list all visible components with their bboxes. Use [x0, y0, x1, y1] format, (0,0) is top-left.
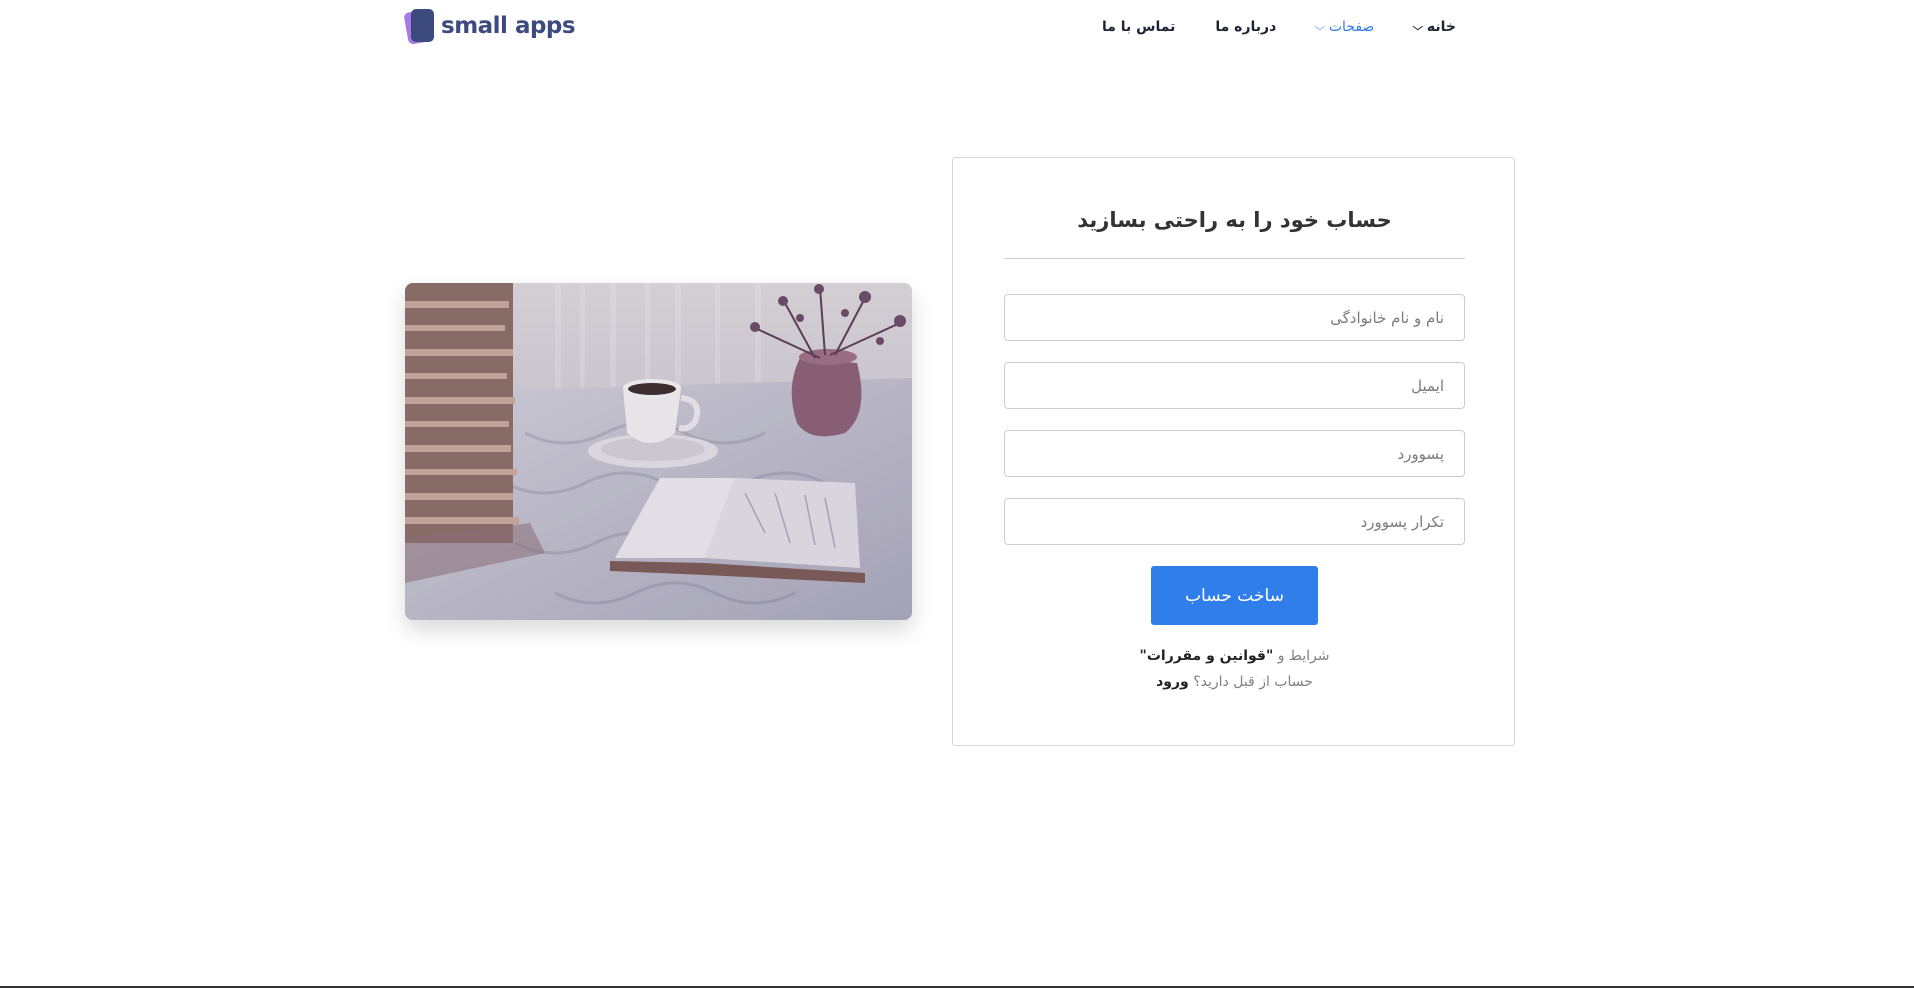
- form-title: حساب خود را به راحتی بسازید: [1077, 208, 1392, 232]
- chevron-down-icon: ⌵: [1314, 21, 1326, 33]
- password-input[interactable]: [1005, 431, 1464, 476]
- login-prefix: حساب از قبل دارید؟: [1188, 674, 1313, 690]
- nav-item-contact[interactable]: تماس با ما: [1102, 19, 1175, 35]
- fullname-field[interactable]: [1004, 294, 1465, 341]
- password-field[interactable]: [1004, 430, 1465, 477]
- email-input[interactable]: [1005, 363, 1464, 408]
- password-repeat-field[interactable]: [1004, 498, 1465, 545]
- nav-item-label: صفحات: [1328, 19, 1375, 35]
- site-header: small apps خانه ⌵ صفحات ⌵ درباره ما تماس…: [0, 0, 1914, 54]
- title-divider: [1004, 258, 1465, 259]
- nav-item-pages[interactable]: صفحات ⌵: [1314, 19, 1375, 35]
- hero-photo: [405, 283, 912, 620]
- login-line: حساب از قبل دارید؟ ورود: [1004, 674, 1465, 690]
- email-field[interactable]: [1004, 362, 1465, 409]
- nav-item-about[interactable]: درباره ما: [1215, 19, 1276, 35]
- cards-logo-icon: [403, 8, 437, 45]
- signup-card: حساب خود را به راحتی بسازید ساخت حساب شر…: [952, 157, 1515, 746]
- nav-item-label: تماس با ما: [1101, 19, 1176, 35]
- nav-item-label: خانه: [1426, 19, 1456, 35]
- password-repeat-input[interactable]: [1005, 499, 1464, 544]
- terms-prefix: شرایط و: [1273, 648, 1330, 664]
- main-nav: خانه ⌵ صفحات ⌵ درباره ما تماس با ما: [1102, 16, 1456, 38]
- coffee-books-image: [405, 283, 912, 620]
- chevron-down-icon: ⌵: [1412, 21, 1424, 33]
- fullname-input[interactable]: [1005, 295, 1464, 340]
- nav-item-home[interactable]: خانه ⌵: [1412, 19, 1456, 35]
- brand-logo[interactable]: small apps: [403, 8, 576, 45]
- create-account-button[interactable]: ساخت حساب: [1151, 566, 1318, 625]
- terms-link[interactable]: "قوانین و مقررات": [1140, 648, 1274, 664]
- login-link[interactable]: ورود: [1156, 674, 1189, 690]
- brand-name: small apps: [441, 13, 576, 39]
- nav-item-label: درباره ما: [1215, 19, 1277, 35]
- terms-line: شرایط و "قوانین و مقررات": [1004, 648, 1465, 664]
